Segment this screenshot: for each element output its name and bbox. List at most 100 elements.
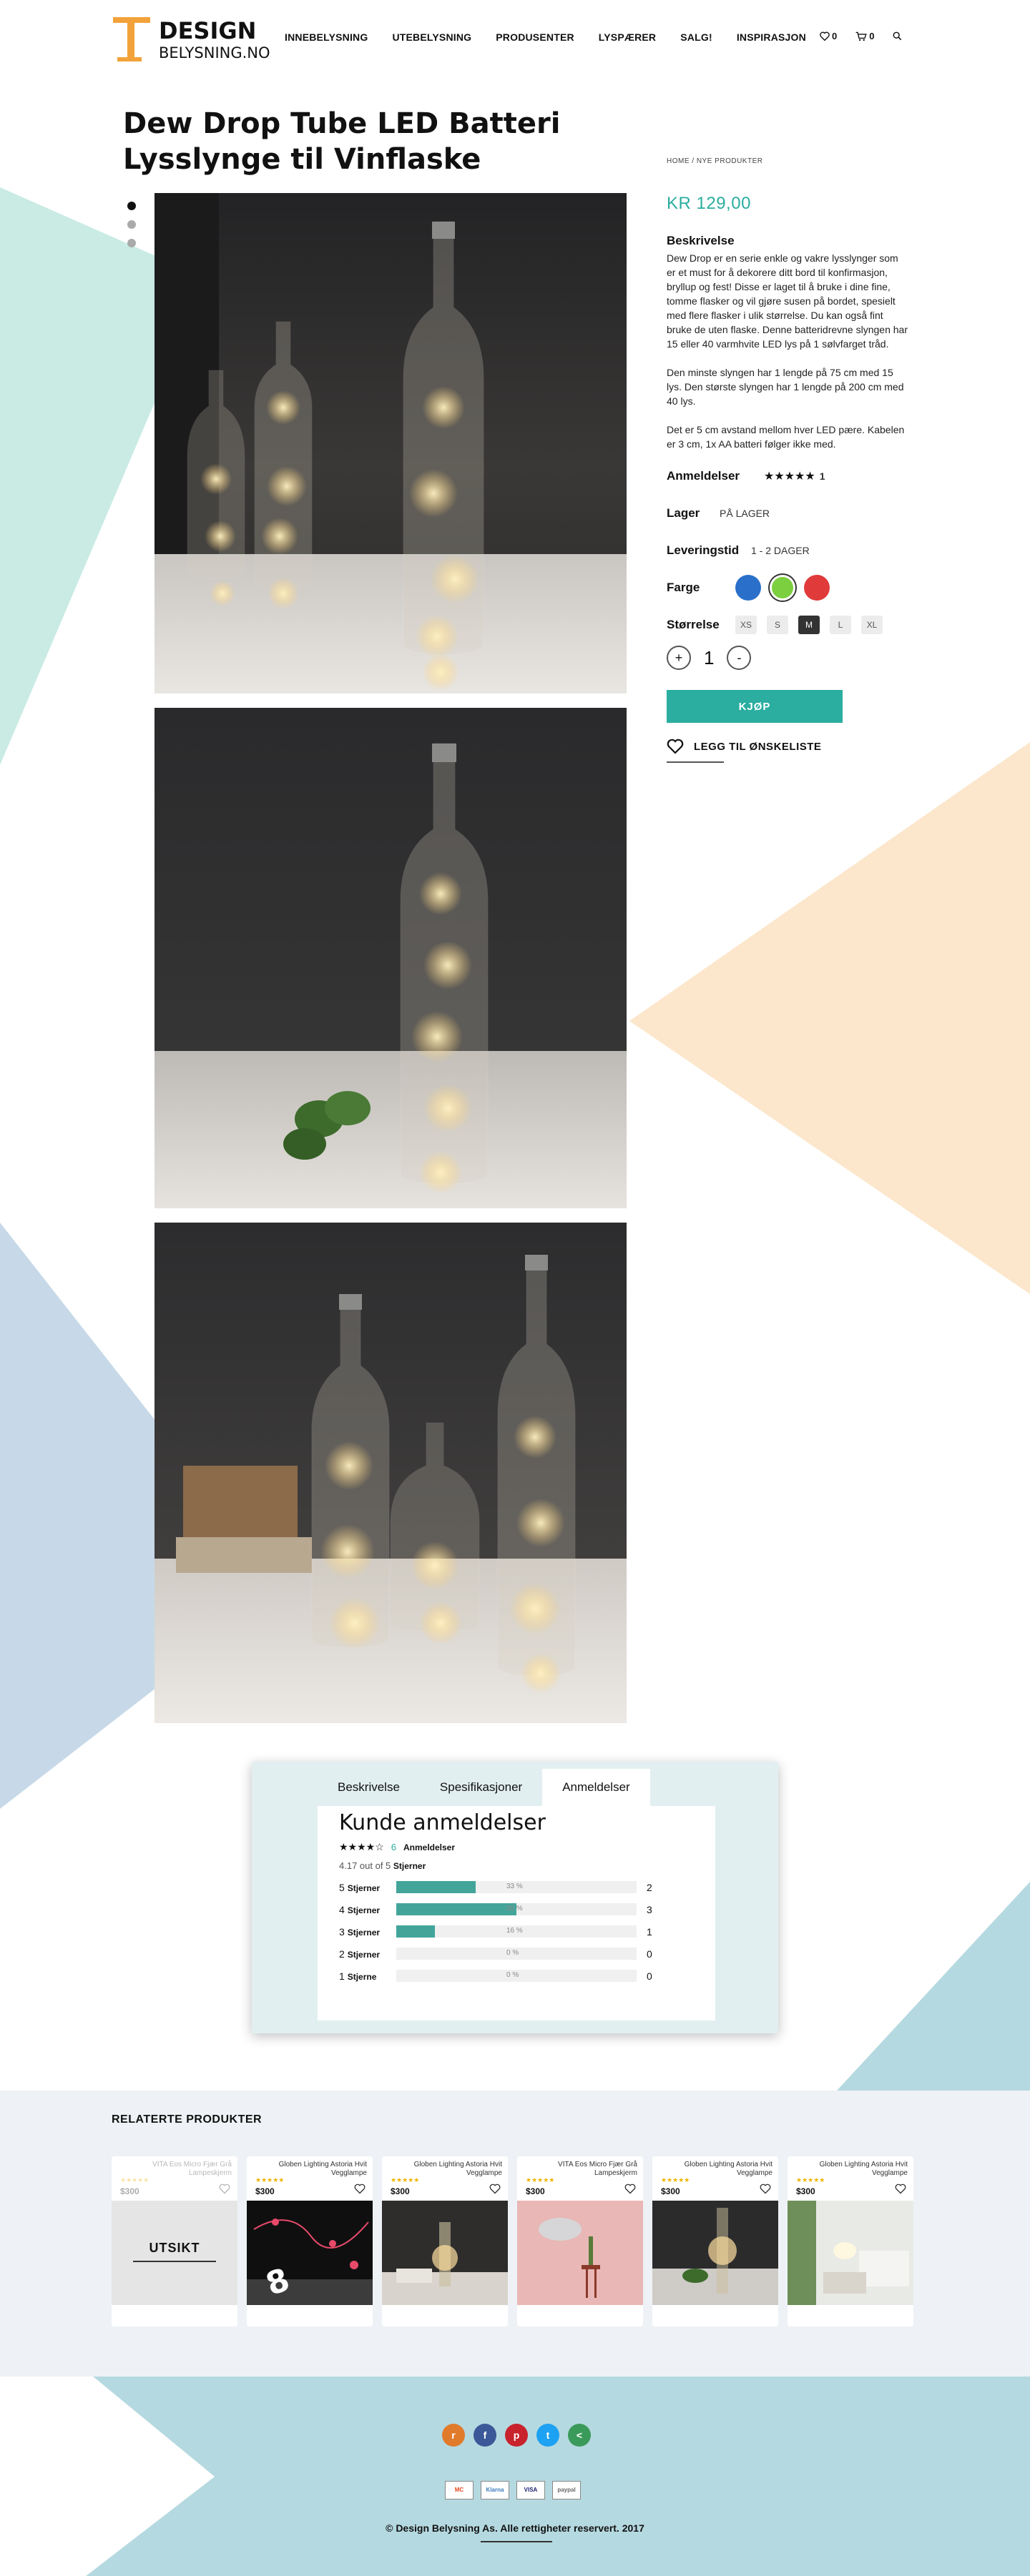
product-image-3[interactable] [154, 1223, 627, 1723]
heart-icon[interactable] [354, 2183, 366, 2194]
product-card[interactable]: VITA Eos Micro Fjær Grå Lampeskjerm ★★★★… [112, 2156, 237, 2326]
add-to-wishlist-button[interactable]: LEGG TIL ØNSKELISTE [667, 739, 910, 754]
product-card[interactable]: Globen Lighting Astoria Hvit Vegglampe ★… [382, 2156, 508, 2326]
rating-row[interactable]: 4 Stjerner 50 % 3 [339, 1903, 694, 1915]
rating-row-count: 0 [647, 1948, 652, 1960]
rating-row[interactable]: 3 Stjerner 16 % 1 [339, 1925, 694, 1938]
qty-minus-button[interactable]: - [727, 646, 752, 670]
review-card: Beskrivelse Spesifikasjoner Anmeldelser … [252, 1762, 778, 2033]
tab-anmeldelser[interactable]: Anmeldelser [542, 1769, 650, 1806]
rating-bar-percent: 0 % [506, 1971, 519, 1979]
rating-bar-percent: 0 % [506, 1949, 519, 1957]
rating-row[interactable]: 2 Stjerner 0 % 0 [339, 1948, 694, 1960]
product-card-price: $300 [255, 2186, 275, 2196]
pinterest-icon[interactable]: p [505, 2424, 528, 2447]
product-card-price: $300 [796, 2186, 815, 2196]
delivery-label: Leveringstid [667, 543, 740, 557]
nav-inspirasjon[interactable]: INSPIRASJON [737, 31, 806, 43]
product-price: KR 129,00 [667, 194, 751, 213]
size-row: Størrelse XS S M L XL [667, 614, 910, 636]
buy-button[interactable]: KJØP [667, 690, 843, 723]
related-list: VITA Eos Micro Fjær Grå Lampeskjerm ★★★★… [112, 2156, 923, 2326]
nav-produsenter[interactable]: PRODUSENTER [496, 31, 574, 43]
rating-stars: ★★★★☆ [339, 1841, 384, 1852]
product-card-image [382, 2201, 508, 2305]
color-swatch-red[interactable] [804, 575, 830, 601]
size-option[interactable]: S [767, 616, 788, 634]
heart-icon[interactable] [895, 2183, 906, 2194]
product-image-2[interactable] [154, 708, 627, 1208]
size-label: Størrelse [667, 618, 720, 631]
quantity-stepper: + 1 - [667, 646, 910, 670]
brand-logo[interactable]: DESIGN BELYSNING.NO [112, 13, 270, 64]
nav-innebelysning[interactable]: INNEBELYSNING [285, 31, 368, 43]
tab-beskrivelse[interactable]: Beskrivelse [318, 1769, 420, 1806]
heart-icon[interactable] [489, 2183, 501, 2194]
color-label: Farge [667, 581, 700, 594]
gallery-dot[interactable] [127, 239, 136, 247]
gallery-dots [127, 202, 136, 257]
product-card-image: 8 [247, 2201, 373, 2305]
stock-value: PÅ LAGER [720, 508, 770, 519]
nav-salg[interactable]: SALG! [680, 31, 712, 43]
rating-row[interactable]: 1 Stjerne 0 % 0 [339, 1970, 694, 1982]
nav-utebelysning[interactable]: UTEBELYSNING [392, 31, 471, 43]
reviews-row[interactable]: Anmeldelser ★★★★★ 1 [667, 465, 910, 487]
gallery-dot[interactable] [127, 220, 136, 229]
heart-icon[interactable] [760, 2183, 771, 2194]
sold-out-overlay: UTSIKT [112, 2201, 237, 2305]
product-card[interactable]: VITA Eos Micro Fjær Grå Lampeskjerm ★★★★… [517, 2156, 643, 2326]
product-card-price: $300 [526, 2186, 545, 2196]
heart-icon[interactable] [624, 2183, 636, 2194]
rating-row-stars: 2 [339, 1948, 345, 1960]
search-icon [893, 31, 902, 41]
product-card[interactable]: Globen Lighting Astoria Hvit Vegglampe ★… [788, 2156, 913, 2326]
rating-row-count: 1 [647, 1925, 652, 1938]
product-card-image [517, 2201, 643, 2305]
heart-icon[interactable] [219, 2183, 230, 2194]
cart-link[interactable]: 0 [855, 31, 874, 41]
rating-row-count: 0 [647, 1970, 652, 1982]
product-card[interactable]: Globen Lighting Astoria Hvit Vegglampe ★… [652, 2156, 778, 2326]
rating-bar-track: 0 % [396, 1970, 637, 1982]
product-card-image [788, 2201, 913, 2305]
rating-row-stars: 4 [339, 1903, 345, 1915]
size-option[interactable]: XL [861, 616, 883, 634]
product-info: HOME / NYE PRODUKTER KR 129,00 Beskrivel… [667, 157, 910, 763]
qty-value[interactable]: 1 [704, 647, 714, 669]
gallery-dot[interactable] [127, 202, 136, 210]
facebook-icon[interactable]: f [474, 2424, 496, 2447]
size-option[interactable]: XS [735, 616, 757, 634]
color-row: Farge [667, 575, 910, 601]
wishlist-link[interactable]: 0 [820, 31, 837, 41]
product-card-name: Globen Lighting Astoria Hvit Vegglampe [413, 2161, 502, 2177]
color-swatch-green[interactable] [770, 575, 795, 601]
description-paragraph: Dew Drop er en serie enkle og vakre lyss… [667, 252, 908, 350]
bottle-photo [154, 708, 627, 1208]
stock-row: Lager PÅ LAGER [667, 503, 910, 524]
product-image-1[interactable] [154, 193, 627, 694]
rating-row-count: 2 [647, 1881, 652, 1893]
paypal-icon: paypal [552, 2481, 581, 2499]
tab-spesifikasjoner[interactable]: Spesifikasjoner [420, 1769, 542, 1806]
size-option[interactable]: L [830, 616, 851, 634]
rating-row-label: Stjerne [347, 1971, 377, 1982]
breadcrumb[interactable]: HOME / NYE PRODUKTER [667, 157, 910, 165]
related-heading: RELATERTE PRODUKTER [112, 2113, 263, 2126]
rating-bar-track: 50 % [396, 1903, 637, 1915]
nav-lyspaerer[interactable]: LYSPÆRER [599, 31, 656, 43]
rating-bar-fill [396, 1881, 476, 1893]
footer-background [0, 2377, 1030, 2576]
heart-icon [667, 739, 684, 754]
rating-bar-percent: 16 % [506, 1927, 523, 1935]
color-swatch-blue[interactable] [735, 575, 761, 601]
size-option-selected[interactable]: M [798, 616, 820, 634]
share-icon[interactable]: < [568, 2424, 591, 2447]
qty-plus-button[interactable]: + [667, 646, 691, 670]
search-button[interactable] [893, 31, 902, 41]
rss-icon[interactable]: r [442, 2424, 465, 2447]
twitter-icon[interactable]: t [536, 2424, 559, 2447]
rating-row[interactable]: 5 Stjerner 33 % 2 [339, 1881, 694, 1893]
payment-methods: MC Klarna VISA paypal [445, 2481, 588, 2499]
product-card[interactable]: Globen Lighting Astoria Hvit Vegglampe ★… [247, 2156, 373, 2326]
